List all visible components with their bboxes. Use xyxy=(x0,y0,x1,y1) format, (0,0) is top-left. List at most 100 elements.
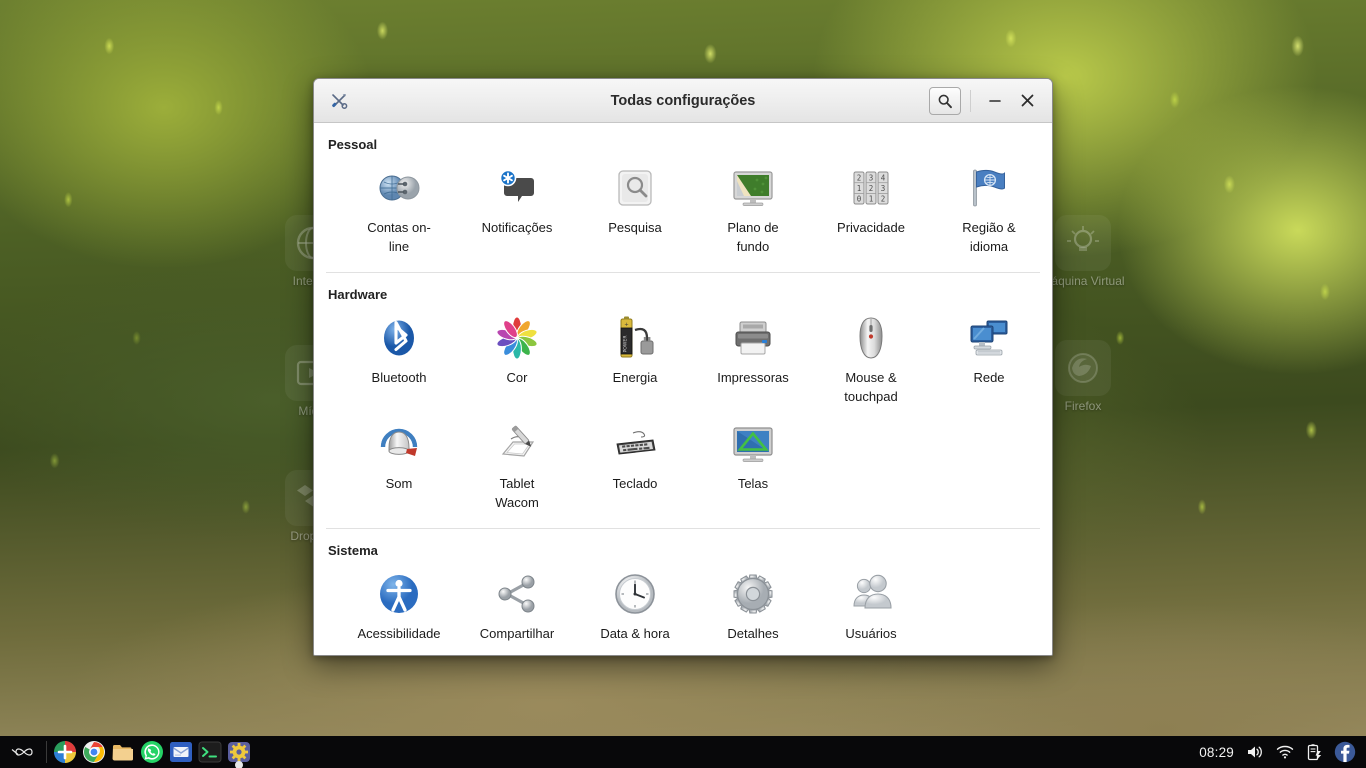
settings-tile-users[interactable]: Usuários xyxy=(812,564,930,651)
settings-tile-label: Usuários xyxy=(845,626,897,641)
settings-tile-notifications[interactable]: Notificações xyxy=(458,158,576,264)
power-icon: + POWER xyxy=(611,314,659,362)
privacy-icon: 234 123 012 xyxy=(847,164,895,212)
settings-tile-label: Região & idioma xyxy=(962,220,1016,254)
settings-tile-label: Som xyxy=(385,476,413,491)
mouse-touchpad-icon xyxy=(847,314,895,362)
settings-tile-mouse-touchpad[interactable]: Mouse & touchpad xyxy=(812,308,930,414)
keyboard-icon xyxy=(611,420,659,468)
settings-tile-label: Cor xyxy=(506,370,528,385)
tools-icon[interactable] xyxy=(326,88,352,114)
launcher-color-circle-app[interactable] xyxy=(53,740,77,764)
users-icon xyxy=(847,570,895,618)
settings-tile-label: Plano de fundo xyxy=(727,220,779,254)
settings-tile-label: Tablet Wacom xyxy=(495,476,539,510)
svg-text:1: 1 xyxy=(869,195,874,204)
system-tray: 08:29 xyxy=(1199,741,1360,763)
titlebar-buttons xyxy=(929,86,1042,115)
details-icon xyxy=(729,570,777,618)
settings-grid: Contas on- line Notificações Pesquisa Pl… xyxy=(340,158,1040,264)
settings-tile-label: Compartilhar xyxy=(479,626,555,641)
settings-group-sistema: Sistema Acessibilidade Compartilhar Data… xyxy=(326,528,1040,653)
virtualbox-icon xyxy=(1055,215,1111,271)
group-title: Hardware xyxy=(328,287,388,302)
firefox-icon xyxy=(1055,340,1111,396)
settings-tile-label: Bluetooth xyxy=(371,370,427,385)
settings-tile-online-accounts[interactable]: Contas on- line xyxy=(340,158,458,264)
settings-tile-wacom-tablet[interactable]: Tablet Wacom xyxy=(458,414,576,520)
settings-tile-datetime[interactable]: Data & hora xyxy=(576,564,694,651)
taskbar-divider xyxy=(46,741,47,763)
desktop: InternetMídiaDropboxMáquina VirtualFiref… xyxy=(0,0,1366,768)
launcher-mail[interactable] xyxy=(169,740,193,764)
settings-tile-search-settings[interactable]: Pesquisa xyxy=(576,158,694,264)
launcher-terminal[interactable] xyxy=(198,740,222,764)
search-button[interactable] xyxy=(929,86,961,115)
taskbar-launchers xyxy=(53,740,251,764)
settings-tile-label: Contas on- line xyxy=(367,220,431,254)
settings-grid: Bluetooth Cor + POWER Energia Impressora… xyxy=(340,308,1040,520)
taskbar: 08:29 xyxy=(0,736,1366,768)
svg-text:4: 4 xyxy=(881,173,886,182)
settings-window: Todas configurações Pessoal Contas on- l… xyxy=(313,78,1053,656)
settings-tile-sharing[interactable]: Compartilhar xyxy=(458,564,576,651)
volume-icon[interactable] xyxy=(1246,744,1264,760)
settings-grid: Acessibilidade Compartilhar Data & hora xyxy=(340,564,1040,651)
settings-tile-bluetooth[interactable]: Bluetooth xyxy=(340,308,458,414)
minimize-icon xyxy=(989,99,1001,102)
settings-tile-label: Impressoras xyxy=(717,370,789,385)
search-icon xyxy=(938,94,952,108)
close-icon xyxy=(1021,94,1033,107)
sharing-icon xyxy=(493,570,541,618)
settings-group-hardware: Hardware Bluetooth Cor + POWER Energia I… xyxy=(326,272,1040,522)
svg-text:2: 2 xyxy=(857,173,862,182)
svg-text:3: 3 xyxy=(869,173,874,182)
settings-tile-label: Privacidade xyxy=(837,220,905,235)
background-icon xyxy=(729,164,777,212)
settings-tile-network[interactable]: Rede xyxy=(930,308,1048,414)
settings-tile-background[interactable]: Plano de fundo xyxy=(694,158,812,264)
region-language-icon xyxy=(965,164,1013,212)
close-button[interactable] xyxy=(1012,87,1042,115)
taskbar-clock[interactable]: 08:29 xyxy=(1199,745,1234,760)
svg-text:+: + xyxy=(624,322,629,328)
launcher-settings[interactable] xyxy=(227,740,251,764)
infinity-logo-icon[interactable] xyxy=(6,744,44,760)
settings-tile-power[interactable]: + POWER Energia xyxy=(576,308,694,414)
printers-icon xyxy=(729,314,777,362)
online-accounts-icon xyxy=(375,164,423,212)
svg-text:POWER: POWER xyxy=(623,335,629,353)
settings-tile-label: Acessibilidade xyxy=(357,626,441,641)
wacom-tablet-icon xyxy=(493,420,541,468)
settings-tile-details[interactable]: Detalhes xyxy=(694,564,812,651)
launcher-chrome[interactable] xyxy=(82,740,106,764)
notifications-icon xyxy=(493,164,541,212)
displays-icon xyxy=(729,420,777,468)
wifi-icon[interactable] xyxy=(1276,744,1294,760)
launcher-whatsapp[interactable] xyxy=(140,740,164,764)
settings-tile-displays[interactable]: Telas xyxy=(694,414,812,520)
settings-group-pessoal: Pessoal Contas on- line Notificações Pes… xyxy=(326,137,1040,266)
settings-tile-keyboard[interactable]: Teclado xyxy=(576,414,694,520)
launcher-files[interactable] xyxy=(111,740,135,764)
svg-text:0: 0 xyxy=(857,195,862,204)
settings-tile-privacy[interactable]: 234 123 012 Privacidade xyxy=(812,158,930,264)
minimize-button[interactable] xyxy=(980,87,1010,115)
settings-tile-label: Mouse & touchpad xyxy=(844,370,898,404)
settings-tile-region-language[interactable]: Região & idioma xyxy=(930,158,1048,264)
settings-content: Pessoal Contas on- line Notificações Pes… xyxy=(314,123,1052,655)
battery-icon[interactable] xyxy=(1306,743,1322,761)
settings-tile-printers[interactable]: Impressoras xyxy=(694,308,812,414)
bluetooth-icon xyxy=(375,314,423,362)
svg-text:2: 2 xyxy=(869,184,874,193)
settings-tile-label: Notificações xyxy=(481,220,553,235)
settings-tile-label: Data & hora xyxy=(600,626,670,641)
settings-tile-accessibility[interactable]: Acessibilidade xyxy=(340,564,458,651)
facebook-icon[interactable] xyxy=(1334,741,1356,763)
settings-tile-sound[interactable]: Som xyxy=(340,414,458,520)
settings-tile-color[interactable]: Cor xyxy=(458,308,576,414)
settings-tile-label: Energia xyxy=(612,370,658,385)
titlebar-separator xyxy=(970,89,971,112)
accessibility-icon xyxy=(375,570,423,618)
group-title: Pessoal xyxy=(328,137,378,152)
